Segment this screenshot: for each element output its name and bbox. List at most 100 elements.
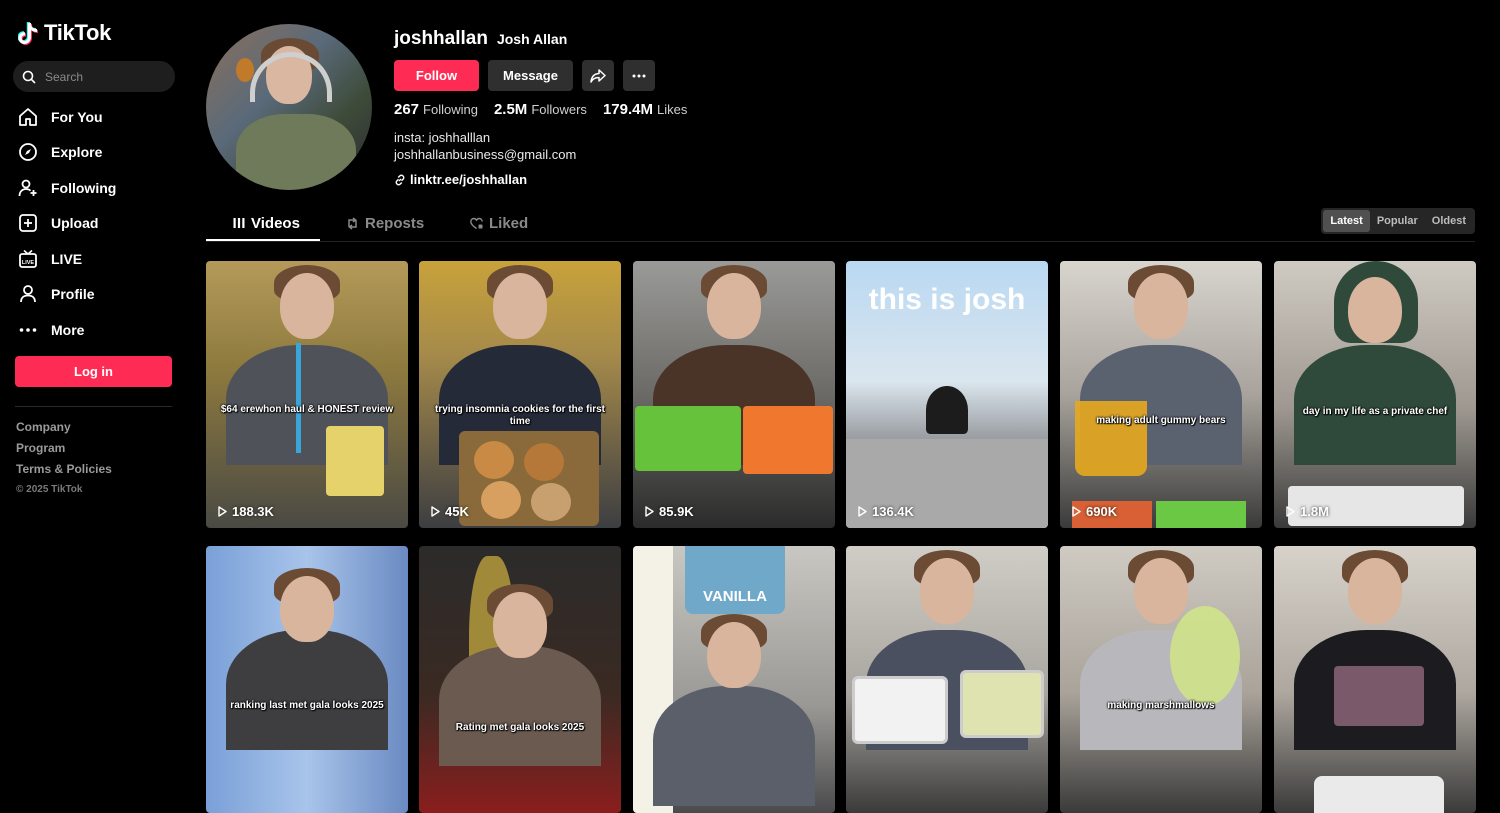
search-icon [22,70,36,84]
nav-item-more[interactable]: More [17,312,182,348]
home-icon [17,106,39,128]
tab-reposts[interactable]: Reposts [346,205,424,241]
tab-label: Reposts [365,214,425,232]
nav-item-for-you[interactable]: For You [17,99,182,135]
view-count-text: 45K [445,504,469,519]
video-card[interactable]: trying insomnia cookies for the first ti… [419,261,621,528]
tab-liked[interactable]: Liked [470,205,528,241]
logo-text: TikTok [44,20,112,45]
video-card[interactable]: ranking last met gala looks 2025 [206,546,408,813]
search-input[interactable] [45,69,165,84]
nav-label: LIVE [51,250,83,267]
follow-button[interactable]: Follow [394,60,479,91]
video-card[interactable]: making adult gummy bears 690K [1060,261,1262,528]
tab-label: Liked [489,214,529,232]
video-card[interactable]: 85.9K [633,261,835,528]
live-tv-icon: LIVE [17,248,39,270]
ellipsis-icon [632,74,646,77]
sort-toggle: Latest Popular Oldest [1321,208,1475,234]
stat-value: 179.4M [602,101,653,118]
sort-popular[interactable]: Popular [1370,210,1425,232]
footer-link-program[interactable]: Program [16,441,112,462]
footer-link-company[interactable]: Company [16,420,112,441]
stat-value: 2.5M [493,101,528,118]
video-card[interactable]: Rating met gala looks 2025 [419,546,621,813]
view-count-text: 1.8M [1300,504,1329,519]
person-icon [17,283,39,305]
stat-value: 267 [394,101,420,118]
sidebar-divider [15,406,172,407]
sort-latest[interactable]: Latest [1323,210,1370,232]
nav-label: Following [51,179,117,196]
active-tab-indicator [206,239,320,241]
tiktok-note-icon [18,22,38,45]
video-card[interactable]: day in my life as a private chef 1.8M [1274,261,1476,528]
tiktok-logo[interactable]: TikTok [18,20,111,46]
nav-label: Profile [51,286,95,303]
search-box[interactable] [13,61,175,92]
profile-stats: 267 Following 2.5M Followers 179.4M Likes [394,101,687,118]
play-icon [858,506,867,517]
video-card[interactable] [846,546,1048,813]
play-icon [431,506,440,517]
play-icon [218,506,227,517]
link-icon [395,174,405,185]
view-count-text: 690K [1086,504,1118,519]
stat-label: Followers [531,102,587,117]
login-button[interactable]: Log in [15,356,172,387]
nav-item-following[interactable]: Following [17,170,182,206]
more-options-button[interactable] [623,60,655,91]
view-count-text: 136.4K [872,504,914,519]
view-count: 188.3K [218,504,274,519]
play-icon [645,506,654,517]
nav-label: More [51,321,85,338]
bio-line: insta: joshhalllan [394,130,491,145]
view-count: 45K [431,504,469,519]
stat-followers[interactable]: 2.5M Followers [494,101,587,118]
main-nav: For You Explore Following Upload LIVE LI… [17,99,182,348]
video-caption: trying insomnia cookies for the first ti… [434,404,606,427]
video-caption: making marshmallows [1107,700,1215,711]
video-card[interactable]: making marshmallows [1060,546,1262,813]
profile-handle: joshhallan [394,28,488,49]
nav-label: For You [51,108,103,125]
video-caption: $64 erewhon haul & HONEST review [220,404,394,415]
stat-following[interactable]: 267 Following [394,101,478,118]
copyright: © 2025 TikTok [16,484,83,495]
profile-link[interactable]: linktr.ee/joshhallan [394,172,527,187]
nav-item-live[interactable]: LIVE LIVE [17,241,182,277]
heart-lock-icon [470,217,483,229]
video-card[interactable] [1274,546,1476,813]
nav-item-profile[interactable]: Profile [17,277,182,313]
video-caption: ranking last met gala looks 2025 [230,700,384,711]
profile-tabs: Videos Reposts Liked Latest Popular Olde… [206,205,1475,242]
compass-icon [17,141,39,163]
video-overlay-text: this is josh [868,283,1026,316]
sort-oldest[interactable]: Oldest [1425,210,1473,232]
share-button[interactable] [582,60,614,91]
video-caption: Rating met gala looks 2025 [455,722,585,733]
video-card[interactable]: $64 erewhon haul & HONEST review 188.3K [206,261,408,528]
upload-icon [17,212,39,234]
video-caption: making adult gummy bears [1096,415,1226,426]
play-icon [1286,506,1295,517]
tab-label: Videos [251,214,300,232]
nav-label: Explore [51,144,103,161]
play-icon [1072,506,1081,517]
nav-item-upload[interactable]: Upload [17,206,182,242]
message-button[interactable]: Message [488,60,573,91]
svg-text:LIVE: LIVE [22,260,35,266]
video-card[interactable]: VANILLA [633,546,835,813]
profile-avatar[interactable] [206,24,372,190]
grid-icon [233,218,245,228]
nav-item-explore[interactable]: Explore [17,135,182,171]
more-dots-icon [17,319,39,341]
video-caption: day in my life as a private chef [1302,406,1448,417]
view-count-text: 85.9K [659,504,694,519]
tab-videos[interactable]: Videos [233,205,300,241]
repost-icon [348,216,357,230]
view-count-text: 188.3K [232,504,274,519]
footer-link-terms[interactable]: Terms & Policies [16,462,112,483]
stat-label: Likes [656,102,688,117]
video-card[interactable]: this is josh 136.4K [846,261,1048,528]
